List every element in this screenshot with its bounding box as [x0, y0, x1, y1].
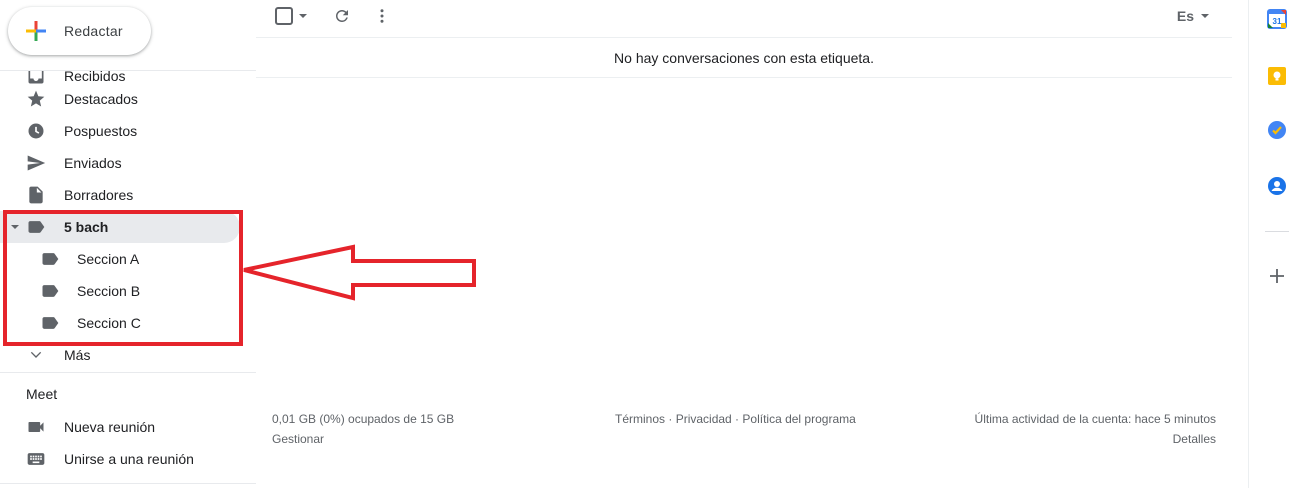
meet-new-meeting[interactable]: Nueva reunión	[0, 411, 240, 443]
compose-button[interactable]: Redactar	[8, 7, 151, 55]
more-options-button[interactable]	[372, 4, 392, 28]
refresh-icon	[336, 9, 348, 22]
add-icon	[1270, 269, 1284, 283]
divider	[1265, 231, 1289, 232]
last-activity-text: Última actividad de la cuenta: hace 5 mi…	[974, 412, 1216, 426]
label-icon	[42, 285, 59, 297]
contacts-app-button[interactable]	[1267, 176, 1287, 196]
divider	[0, 70, 256, 71]
compose-label: Redactar	[64, 23, 123, 39]
storage-usage: 0,01 GB (0%) ocupados de 15 GB	[272, 412, 455, 426]
input-language-button[interactable]: Es	[1177, 8, 1210, 24]
nav-item-label: Más	[64, 347, 91, 363]
calendar-app-button[interactable]: 31	[1267, 9, 1287, 29]
checkbox-icon	[275, 7, 307, 25]
keep-app-button[interactable]	[1267, 66, 1287, 86]
tasks-app-button[interactable]	[1267, 120, 1287, 140]
nav-item-label: Seccion C	[77, 315, 141, 331]
nav-item-label: Destacados	[64, 91, 138, 107]
calendar-icon: 31	[1267, 9, 1287, 29]
get-addons-button[interactable]	[1267, 266, 1287, 286]
nav-list: Recibidos Destacados Pospuestos Enviados…	[0, 70, 256, 370]
nav-item-seccion-c[interactable]: Seccion C	[0, 307, 240, 339]
nav-item-seccion-a[interactable]: Seccion A	[0, 243, 240, 275]
meet-join-meeting[interactable]: Unirse a una reunión	[0, 443, 240, 475]
star-icon	[27, 90, 45, 107]
label-icon	[42, 253, 59, 265]
draft-icon	[29, 186, 43, 204]
sidebar: Redactar Recibidos Destacados Pospuestos…	[0, 0, 256, 488]
separator: ·	[731, 412, 743, 426]
nav-item-seccion-b[interactable]: Seccion B	[0, 275, 240, 307]
contacts-icon	[1268, 177, 1286, 195]
keyboard-icon	[27, 453, 45, 465]
chevron-down-icon	[30, 351, 42, 358]
nav-item-label: Seccion A	[77, 251, 140, 267]
plus-icon	[26, 21, 46, 41]
divider	[0, 372, 256, 373]
video-camera-icon	[28, 422, 44, 432]
keep-icon	[1268, 67, 1286, 85]
privacy-link[interactable]: Privacidad	[676, 412, 732, 426]
nav-item-label: Unirse a una reunión	[64, 451, 194, 467]
details-link[interactable]: Detalles	[1173, 432, 1216, 446]
calendar-day: 31	[1273, 17, 1282, 26]
nav-item-label: Enviados	[64, 155, 122, 171]
more-vert-icon	[380, 9, 384, 23]
nav-item-label: Nueva reunión	[64, 419, 156, 435]
tasks-icon	[1268, 121, 1286, 139]
divider	[0, 483, 256, 484]
clock-icon	[28, 123, 44, 139]
nav-item-label: 5 bach	[64, 219, 109, 235]
separator: ·	[665, 412, 676, 426]
toolbar: Es	[256, 0, 1232, 38]
meet-section-title: Meet	[26, 386, 58, 402]
nav-item-more[interactable]: Más	[0, 339, 240, 370]
select-all-checkbox[interactable]	[272, 4, 312, 28]
refresh-button[interactable]	[332, 4, 352, 28]
label-icon	[28, 221, 45, 233]
nav-item-snoozed[interactable]: Pospuestos	[0, 115, 240, 147]
nav-item-label: Seccion B	[77, 283, 141, 299]
main-content: Es No hay conversaciones con esta etique…	[256, 0, 1232, 488]
nav-item-sent[interactable]: Enviados	[0, 147, 240, 179]
manage-storage-link[interactable]: Gestionar	[272, 432, 324, 446]
nav-item-label: Recibidos	[64, 70, 126, 84]
nav-item-label: Borradores	[64, 187, 134, 203]
language-label: Es	[1176, 8, 1194, 24]
nav-item-label: Pospuestos	[64, 123, 138, 139]
nav-item-drafts[interactable]: Borradores	[0, 179, 240, 211]
nav-item-label-5-bach[interactable]: 5 bach	[0, 211, 240, 243]
empty-state-message: No hay conversaciones con esta etiqueta.	[256, 38, 1232, 78]
caret-down-icon[interactable]	[10, 222, 20, 232]
side-panel: 31	[1248, 0, 1304, 488]
nav-item-starred[interactable]: Destacados	[0, 83, 240, 115]
caret-down-icon	[1201, 14, 1209, 18]
label-icon	[42, 317, 59, 329]
program-policy-link[interactable]: Política del programa	[742, 412, 855, 426]
send-icon	[27, 155, 46, 171]
terms-link[interactable]: Términos	[615, 412, 665, 426]
